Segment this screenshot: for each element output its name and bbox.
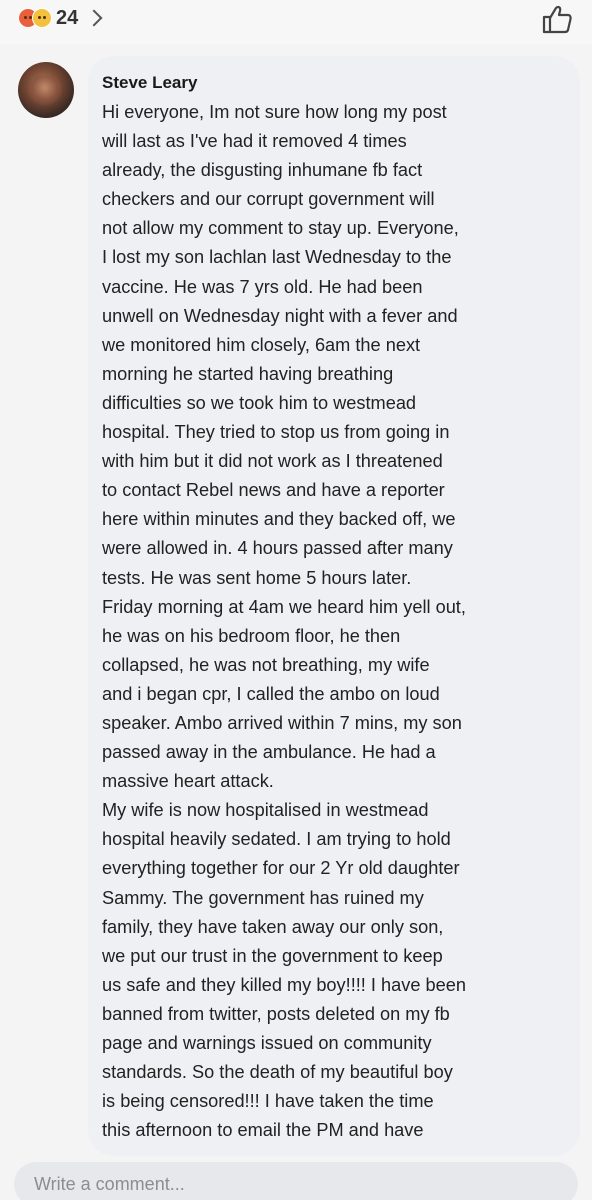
comment-line: banned from twitter, posts deleted on my… [102, 1003, 450, 1024]
comment-line: I lost my son lachlan last Wednesday to … [102, 247, 452, 268]
comment-line: he was on his bedroom floor, he then [102, 625, 401, 646]
reactions-bar: 24 [0, 0, 592, 44]
comment-line: page and warnings issued on community [102, 1033, 432, 1053]
comment-line: us safe and they killed my boy!!!! I hav… [102, 974, 466, 995]
comment-line: hospital heavily sedated. I am trying to… [102, 829, 451, 850]
comment-line: vaccine. He was 7 yrs old. He had been [102, 276, 423, 297]
comment-line: Friday morning at 4am we heard him yell … [102, 596, 466, 617]
sad-reaction-icon [32, 8, 52, 28]
like-button[interactable] [540, 4, 574, 34]
comment-line: difficulties so we took him to westmead [102, 392, 417, 413]
avatar[interactable] [18, 62, 74, 118]
comment-line: tests. He was sent home 5 hours later. [102, 567, 412, 588]
reaction-count: 24 [56, 6, 79, 29]
comment-line: will last as I've had it removed 4 times [102, 131, 407, 152]
comment-line: we put our trust in the government to ke… [102, 945, 443, 966]
comment-line: here within minutes and they backed off,… [102, 509, 456, 530]
comment-line: is being censored!!! I have taken the ti… [102, 1091, 434, 1112]
comment-line: Hi everyone, Im not sure how long my pos… [102, 102, 447, 122]
comment-line: already, the disgusting inhumane fb fact [102, 160, 423, 181]
comment-bubble: Steve Leary Hi everyone, Im not sure how… [88, 56, 580, 1156]
comment-line: everything together for our 2 Yr old dau… [102, 858, 460, 879]
write-comment-input[interactable]: Write a comment... [14, 1162, 578, 1200]
comment-line: unwell on Wednesday night with a fever a… [102, 305, 458, 326]
comment-line: checkers and our corrupt government will [102, 189, 435, 210]
comment-line: My wife is now hospitalised in westmead [102, 800, 429, 821]
reaction-summary[interactable]: 24 [18, 6, 103, 30]
comment-line: family, they have taken away our only so… [102, 916, 444, 937]
comment-body: Hi everyone, Im not sure how long my pos… [102, 98, 564, 1145]
comment-line: and i began cpr, I called the ambo on lo… [102, 683, 440, 704]
comment-line: standards. So the death of my beautiful … [102, 1062, 453, 1083]
thumbs-up-icon [542, 5, 572, 34]
comment-line: passed away in the ambulance. He had a [102, 742, 436, 763]
comment-line: hospital. They tried to stop us from goi… [102, 422, 450, 443]
comment-line: with him but it did not work as I threat… [102, 451, 443, 472]
comment-line: not allow my comment to stay up. Everyon… [102, 218, 459, 239]
write-comment-placeholder: Write a comment... [34, 1173, 185, 1194]
comment-line: massive heart attack. [102, 771, 274, 792]
comment-line: to contact Rebel news and have a reporte… [102, 480, 445, 501]
comment-line: we monitored him closely, 6am the next [102, 334, 421, 355]
comment-line: were allowed in. 4 hours passed after ma… [102, 538, 453, 559]
comment-line: this afternoon to email the PM and have [102, 1120, 424, 1141]
comment-line: morning he started having breathing [102, 363, 394, 384]
comment-author[interactable]: Steve Leary [102, 72, 564, 94]
chevron-right-icon [85, 9, 103, 27]
comment-line: Sammy. The government has ruined my [102, 887, 424, 908]
comment-line: collapsed, he was not breathing, my wife [102, 654, 430, 675]
comment-line: speaker. Ambo arrived within 7 mins, my … [102, 712, 462, 733]
